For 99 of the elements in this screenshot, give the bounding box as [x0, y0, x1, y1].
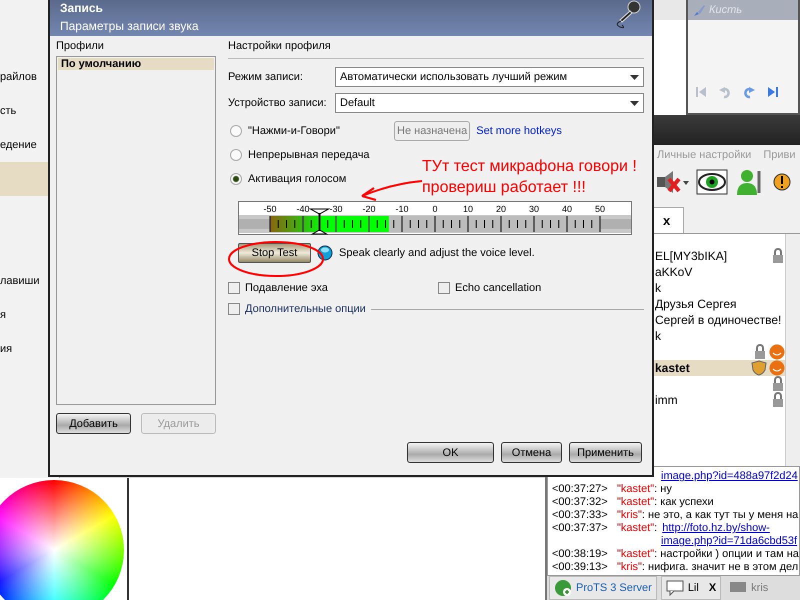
checkbox[interactable]	[228, 282, 240, 294]
chat-time: <00:37:27>	[552, 483, 609, 496]
tree-label: k	[655, 328, 661, 343]
lock-icon	[771, 248, 785, 264]
scale-label: 0	[432, 204, 438, 214]
color-wheel[interactable]	[0, 480, 124, 600]
checkbox[interactable]	[438, 282, 450, 294]
tree-label: kastet	[655, 360, 690, 375]
radio-label: Непрерывная передача	[248, 149, 371, 161]
chat-time: <00:39:13>	[552, 561, 609, 574]
chat-message: "kris": нифига. значит не в этом дел	[617, 561, 798, 574]
caret-icon	[630, 74, 639, 80]
field-label: Режим записи:	[228, 71, 304, 83]
globe-icon	[554, 579, 572, 597]
taskbar-item[interactable]: Lil X	[660, 576, 722, 600]
tree-row[interactable]: Сергей в одиночестве!	[652, 312, 785, 328]
chat-link[interactable]: image.php?id=488a97f2d24	[661, 470, 798, 484]
tree-label: aKKoV	[655, 264, 692, 279]
eye-icon[interactable]	[695, 166, 729, 197]
stop-test-button[interactable]: Stop Test	[238, 243, 311, 263]
scale-label: -50	[264, 204, 276, 214]
chat-time: <00:37:32>	[552, 496, 609, 510]
hotkeys-link[interactable]: Set more hotkeys	[476, 125, 562, 137]
checkbox-label: Подавление эха	[245, 282, 328, 294]
radio-label: "Нажми-и-Говори"	[248, 125, 341, 137]
last-icon[interactable]	[766, 85, 780, 99]
scale-label: 50	[595, 204, 605, 214]
tree-row[interactable]: k	[652, 280, 785, 296]
chat-time: <00:37:33>	[552, 509, 609, 522]
radio-button[interactable]	[230, 173, 242, 185]
scale-label: 10	[463, 204, 473, 214]
scale-label: 30	[529, 204, 539, 214]
tree-label: EL[MY3bIKA]	[655, 248, 728, 263]
chat-message: "kris": не это, а как тут ты у меня на	[617, 509, 798, 522]
brush-icon	[692, 3, 706, 17]
tree-row[interactable]: EL[MY3bIKA]	[652, 248, 785, 264]
scale-label: 20	[496, 204, 506, 214]
dialog-button[interactable]: Отмена	[501, 442, 562, 463]
dropdown[interactable]: Автоматически использовать лучший режим	[335, 67, 644, 87]
chat-time: <00:38:19>	[552, 548, 609, 562]
tree-label: imm	[655, 392, 678, 407]
tree-row[interactable]: Друзья Сергея	[652, 296, 785, 312]
chat-message: "kastet": как успехи	[617, 496, 714, 510]
section-label: Профили	[56, 40, 105, 52]
scale-label: -40	[296, 204, 310, 214]
lock-icon	[771, 392, 785, 408]
close-button[interactable]: x	[663, 212, 670, 228]
radio-button[interactable]	[230, 149, 242, 161]
tree-label: Сергей в одиночестве!	[655, 312, 782, 327]
annotation-text: ТУт тест микрафона говори !	[422, 157, 637, 177]
chat-bubble-icon	[666, 580, 684, 596]
checkbox[interactable]	[228, 303, 240, 315]
chat-message: "kastet":	[617, 522, 658, 536]
dialog-subtitle: Параметры записи звука	[60, 19, 199, 33]
radio-label: Активация голосом	[248, 173, 348, 185]
close-button[interactable]: X	[708, 582, 716, 594]
caret-icon	[630, 100, 639, 106]
section-label: Настройки профиля	[228, 40, 332, 52]
tree-row[interactable]: kastet	[652, 360, 785, 376]
speaker-muted-icon[interactable]	[655, 168, 689, 195]
field-label: Устройство записи:	[228, 97, 328, 109]
tree-label: Друзья Сергея	[655, 296, 737, 311]
panel-title: Кисть	[709, 4, 742, 16]
dropdown[interactable]: Default	[335, 93, 644, 113]
status-light-icon	[317, 245, 333, 261]
profile-button[interactable]: Добавить	[56, 413, 131, 434]
tree-row[interactable]: imm	[652, 392, 785, 408]
chat-link[interactable]: image.php?id=71da6cbd53f	[661, 535, 798, 548]
scale-label: -20	[362, 204, 376, 214]
dialog-button[interactable]: Применить	[569, 442, 642, 463]
chat-message: "kastet": настройки ) опции и там на	[617, 548, 799, 562]
hint-text: Speak clearly and adjust the voice level.	[339, 247, 535, 259]
checkbox-label: Echo cancellation	[455, 282, 542, 294]
dialog-button[interactable]: OK	[407, 442, 494, 463]
lock-icon	[771, 376, 785, 392]
shield-icon	[751, 360, 767, 376]
checkbox-label: Дополнительные опции	[245, 303, 366, 315]
smiley-icon	[769, 360, 785, 376]
profile-item[interactable]: По умолчанию	[58, 58, 214, 70]
scrollbar[interactable]	[785, 234, 800, 466]
threshold-slider[interactable]	[308, 208, 330, 234]
hotkey-button[interactable]: Не назначена	[394, 121, 470, 141]
chat-time: <00:37:37>	[552, 522, 609, 536]
lock-icon	[753, 344, 767, 360]
smiley-icon	[769, 344, 785, 360]
redo-icon[interactable]	[742, 85, 756, 99]
annotation-text: провериш работает !!!	[422, 178, 587, 198]
radio-button[interactable]	[230, 125, 242, 137]
tree-row[interactable]: aKKoV	[652, 264, 785, 280]
chat-message: "kastet": ну	[617, 483, 672, 496]
tab[interactable]: x	[652, 206, 684, 233]
scale-label: -30	[330, 204, 342, 214]
scale-label: -10	[396, 204, 408, 214]
scale-label: 40	[562, 204, 572, 214]
dialog-title: Запись	[60, 1, 104, 15]
taskbar-item[interactable]: ProTS 3 Server	[549, 576, 657, 600]
chat-link[interactable]: http://foto.hz.by/show-	[662, 522, 770, 536]
tree-label: k	[655, 280, 661, 295]
tree-row[interactable]: k	[652, 328, 785, 344]
